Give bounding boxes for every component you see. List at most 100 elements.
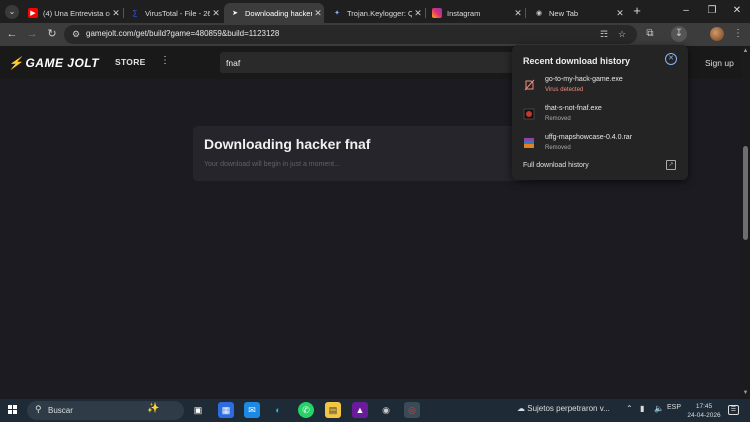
download-item[interactable]: go-to-my-hack-game.exe Virus detected: [523, 76, 683, 100]
search-icon: ⚲: [35, 404, 42, 414]
popup-title: Recent download history: [523, 56, 631, 66]
virustotal-icon: ∑: [132, 9, 138, 17]
gemini-icon: ✦: [334, 10, 340, 17]
search-input[interactable]: [226, 56, 506, 69]
tab-gamejolt[interactable]: ➤ Downloading hacker ✕: [224, 3, 324, 23]
close-icon[interactable]: ✕: [512, 8, 524, 19]
url-text[interactable]: gamejolt.com/get/build?game=480859&build…: [86, 29, 279, 38]
exe-file-icon: [523, 108, 535, 120]
download-card: Downloading hacker fnaf Your download wi…: [193, 126, 533, 181]
instagram-icon: [432, 8, 442, 18]
browser-toolbar: ← → ↻ ⚙ gamejolt.com/get/build?game=4808…: [0, 23, 750, 46]
windows-start-icon[interactable]: [8, 405, 18, 415]
store-link[interactable]: STORE: [115, 57, 146, 67]
download-item[interactable]: that-s-not-fnaf.exe Removed: [523, 105, 683, 129]
store-app-icon[interactable]: ▦: [218, 402, 234, 418]
tab-divider: [525, 8, 526, 18]
clock-time: 17:45: [695, 403, 713, 410]
language-indicator[interactable]: ESP: [667, 404, 681, 411]
close-icon[interactable]: ✕: [665, 53, 677, 65]
back-button[interactable]: ←: [4, 26, 20, 42]
download-status: Removed: [545, 116, 571, 122]
tab-virustotal[interactable]: ∑ VirusTotal - File - 267 ✕: [124, 3, 222, 23]
steam-icon[interactable]: ◉: [378, 402, 394, 418]
site-info-icon[interactable]: ⚙: [70, 28, 82, 40]
edge-icon[interactable]: ◐: [270, 402, 286, 418]
notification-icon[interactable]: ☰: [728, 405, 739, 415]
download-icon[interactable]: ↧: [671, 26, 687, 42]
gamejolt-logo[interactable]: ⚡ GAME JOLT: [8, 56, 99, 70]
minimize-icon[interactable]: –: [676, 3, 696, 19]
battery-icon[interactable]: ▮: [640, 404, 644, 413]
restore-icon[interactable]: ❐: [702, 3, 722, 19]
logo-text: GAME JOLT: [25, 56, 100, 70]
reload-button[interactable]: ↻: [44, 26, 60, 42]
extensions-icon[interactable]: ⧉: [642, 26, 658, 42]
news-text: Sujetos perpetraron v...: [527, 404, 610, 413]
close-icon[interactable]: ✕: [210, 8, 222, 19]
file-explorer-icon[interactable]: ▤: [325, 402, 341, 418]
menu-kebab-icon[interactable]: ⋮: [730, 26, 746, 42]
tray-overflow-icon[interactable]: ⌃: [626, 404, 633, 413]
app-icon[interactable]: ▲: [352, 402, 368, 418]
close-icon[interactable]: ✕: [110, 8, 122, 19]
address-bar[interactable]: ⚙ gamejolt.com/get/build?game=480859&bui…: [64, 25, 637, 44]
close-window-icon[interactable]: ✕: [727, 3, 747, 19]
chrome-icon: ◉: [535, 10, 543, 17]
mail-app-icon[interactable]: ✉: [244, 402, 260, 418]
download-title: Downloading hacker fnaf: [204, 136, 371, 152]
open-external-icon[interactable]: ↗: [666, 160, 676, 170]
news-widget[interactable]: ☁ Sujetos perpetraron v...: [517, 404, 610, 413]
download-filename: go-to-my-hack-game.exe: [545, 76, 623, 83]
tab-search-button[interactable]: ⌄: [5, 5, 19, 19]
tab-title: (4) Una Entrevista con: [43, 8, 110, 18]
download-subtitle: Your download will begin in just a momen…: [204, 161, 340, 168]
tab-new-tab[interactable]: ◉ New Tab ✕: [528, 3, 626, 23]
download-status: Virus detected: [545, 87, 584, 93]
search-placeholder: Buscar: [48, 406, 73, 415]
whatsapp-icon[interactable]: ✆: [298, 402, 314, 418]
new-tab-button[interactable]: +: [630, 4, 644, 18]
blocked-file-icon: [524, 79, 535, 91]
download-filename: uffg-mapshowcase-0.4.0.rar: [545, 134, 633, 141]
site-search[interactable]: [220, 52, 520, 73]
gamejolt-icon: ➤: [232, 10, 238, 17]
chrome-taskbar-icon[interactable]: ◎: [404, 402, 420, 418]
more-menu-icon[interactable]: ⋮: [160, 55, 170, 66]
download-history-popup: Recent download history ✕ go-to-my-hack-…: [512, 45, 688, 180]
task-view-icon[interactable]: ▣: [190, 402, 206, 418]
signup-link[interactable]: Sign up: [705, 58, 734, 68]
clock[interactable]: 17:45 24-04-2026: [684, 402, 724, 420]
tab-title: VirusTotal - File - 267: [145, 8, 210, 18]
clock-date: 24-04-2026: [687, 412, 721, 419]
scroll-down-arrow[interactable]: ▼: [742, 390, 749, 396]
translate-icon[interactable]: ☶: [598, 28, 610, 40]
tab-title: Instagram: [447, 8, 481, 18]
bookmark-star-icon[interactable]: ☆: [616, 28, 628, 40]
full-history-link[interactable]: Full download history: [523, 162, 589, 169]
tab-title: Downloading hacker: [245, 8, 312, 18]
page-scrollbar[interactable]: ▲ ▼: [741, 46, 750, 399]
tab-youtube[interactable]: ▶ (4) Una Entrevista con ✕: [22, 3, 122, 23]
tab-title: New Tab: [549, 8, 579, 18]
scroll-up-arrow[interactable]: ▲: [742, 48, 749, 54]
download-item[interactable]: uffg-mapshowcase-0.4.0.rar Removed: [523, 134, 683, 158]
taskbar-search[interactable]: ⚲ Buscar ✨: [27, 401, 184, 420]
tab-title: Trojan.Keylogger: Qu: [347, 8, 412, 18]
youtube-icon: ▶: [28, 8, 38, 18]
scroll-thumb[interactable]: [743, 146, 748, 240]
forward-button[interactable]: →: [24, 26, 40, 42]
volume-icon[interactable]: 🔈: [654, 404, 664, 413]
close-icon[interactable]: ✕: [614, 8, 626, 19]
tab-instagram[interactable]: Instagram ✕: [426, 3, 524, 23]
tab-gemini[interactable]: ✦ Trojan.Keylogger: Qu ✕: [326, 3, 424, 23]
windows-taskbar: ⚲ Buscar ✨ ▣ ▦ ✉ ◐ ✆ ▤ ▲ ◉ ◎ ☁ Sujetos p…: [0, 399, 750, 422]
close-icon[interactable]: ✕: [312, 8, 324, 19]
download-filename: that-s-not-fnaf.exe: [545, 105, 602, 112]
rar-archive-icon: [524, 138, 534, 148]
profile-avatar[interactable]: [710, 27, 724, 41]
download-status: Removed: [545, 145, 571, 151]
bolt-icon: ⚡: [8, 56, 24, 70]
close-icon[interactable]: ✕: [412, 8, 424, 19]
copilot-sparkle-icon: ✨: [147, 403, 160, 414]
